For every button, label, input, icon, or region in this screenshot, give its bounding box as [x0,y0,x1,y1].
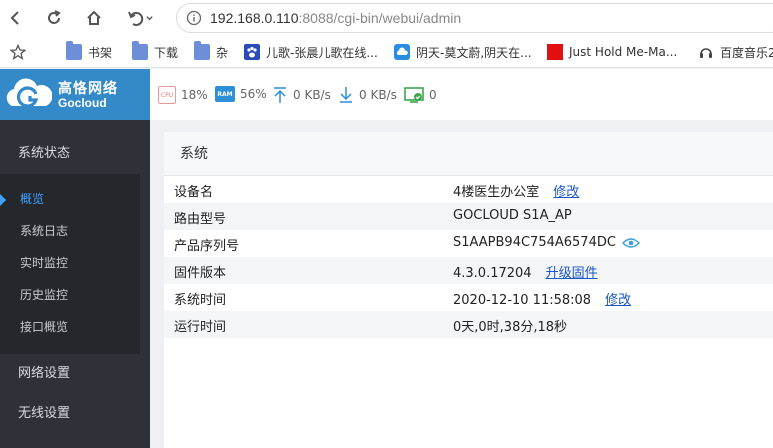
home-button[interactable] [82,6,106,30]
ram-icon: RAM [215,86,235,102]
sidebar-group-network-settings[interactable]: 网络设置 [0,354,150,394]
browser-toolbar: 192.168.0.110:8088/cgi-bin/webui/admin [0,0,773,36]
bookmark-item[interactable]: 书架 [66,41,112,61]
download-arrow-icon [340,87,352,103]
reload-button[interactable] [42,6,66,30]
table-row: 产品序列号 S1AAPB94C754A6574DC [164,230,773,257]
active-indicator-icon [0,194,6,206]
back-button[interactable] [4,6,28,30]
sidebar-item-system-log[interactable]: 系统日志 [0,215,140,247]
table-row: 系统时间 2020-12-10 11:58:08 修改 [174,293,632,308]
upload-speed: 0 KB/s [272,86,331,104]
main-content: 系统 设备名 4楼医生办公室 修改 路由型号 GOCLOUD S1A_AP 产品序… [150,120,773,448]
upload-arrow-icon [274,87,286,103]
cpu-icon: CPU [158,86,176,104]
headphones-icon [700,48,712,58]
gocloud-logo-icon [6,78,52,108]
sidebar-group-wireless-settings[interactable]: 无线设置 [0,394,150,434]
table-row: 路由型号 GOCLOUD S1A_AP [164,203,773,230]
bookmark-item[interactable]: 阴天-莫文蔚,阴天在... [394,43,532,61]
app-header: 高恪网络 Gocloud CPU 18% RAM 56% 0 KB/s 0 KB… [0,69,773,120]
sidebar-group-system-status[interactable]: 系统状态 [0,134,150,174]
sidebar-item-history-monitor[interactable]: 历史监控 [0,279,140,311]
cpu-usage: CPU 18% [158,86,208,104]
star-icon [10,44,26,60]
bookmark-star-button[interactable] [10,43,26,61]
reload-icon [48,10,61,24]
cloud-icon [394,44,410,60]
table-row: 运行时间 0天,0时,38分,18秒 [164,311,773,338]
sidebar-item-realtime-monitor[interactable]: 实时监控 [0,247,140,279]
edit-device-name-link[interactable]: 修改 [553,185,579,200]
bookmark-item[interactable]: 下载 [132,41,178,61]
gocloud-logo[interactable]: 高恪网络 Gocloud [0,69,150,120]
connection-count: 0 [404,86,437,104]
sidebar-item-interface-overview[interactable]: 接口概览 [0,311,140,343]
bookmark-item[interactable]: 儿歌-张晨儿歌在线... [244,43,378,61]
table-row: 固件版本 4.3.0.17204 升级固件 [164,257,773,284]
sidebar: 系统状态 概览 系统日志 实时监控 历史监控 接口概览 网络设置 无线设置 [0,120,150,448]
edit-system-time-link[interactable]: 修改 [605,293,631,308]
folder-icon [132,41,148,60]
download-speed: 0 KB/s [338,86,397,104]
address-bar[interactable]: 192.168.0.110:8088/cgi-bin/webui/admin [176,3,773,33]
card-title: 系统 [164,132,773,176]
upgrade-firmware-link[interactable]: 升级固件 [546,266,598,281]
ram-usage: RAM 56% [215,86,267,102]
bookmarks-bar: 书架 下载 杂 儿歌-张晨儿歌在线... 阴天-莫文蔚,阴天在... Just … [0,36,773,68]
eye-icon[interactable] [621,237,640,249]
home-icon [87,10,101,25]
folder-icon [66,41,82,60]
monitor-check-icon [404,87,424,103]
undo-button[interactable] [122,6,158,30]
undo-icon [127,11,143,26]
sidebar-item-overview[interactable]: 概览 [0,183,140,215]
table-row: 设备名 4楼医生办公室 修改 [174,185,580,200]
system-info-card: 系统 设备名 4楼医生办公室 修改 路由型号 GOCLOUD S1A_AP 产品序… [164,132,773,428]
bookmark-item[interactable]: 杂 [194,41,228,61]
paw-icon [244,44,260,60]
back-arrow-icon [10,11,19,25]
url-text: 192.168.0.110:8088/cgi-bin/webui/admin [210,10,462,26]
red-square-icon [547,44,563,60]
bookmark-item[interactable]: 百度音乐2 [698,43,773,61]
folder-icon [194,41,210,60]
bookmark-item[interactable]: Just Hold Me-Ma... [547,43,677,61]
next-card [164,426,773,448]
sidebar-submenu: 概览 系统日志 实时监控 历史监控 接口概览 [0,174,140,354]
page-info-icon [186,10,202,26]
chevron-down-icon [145,15,153,20]
